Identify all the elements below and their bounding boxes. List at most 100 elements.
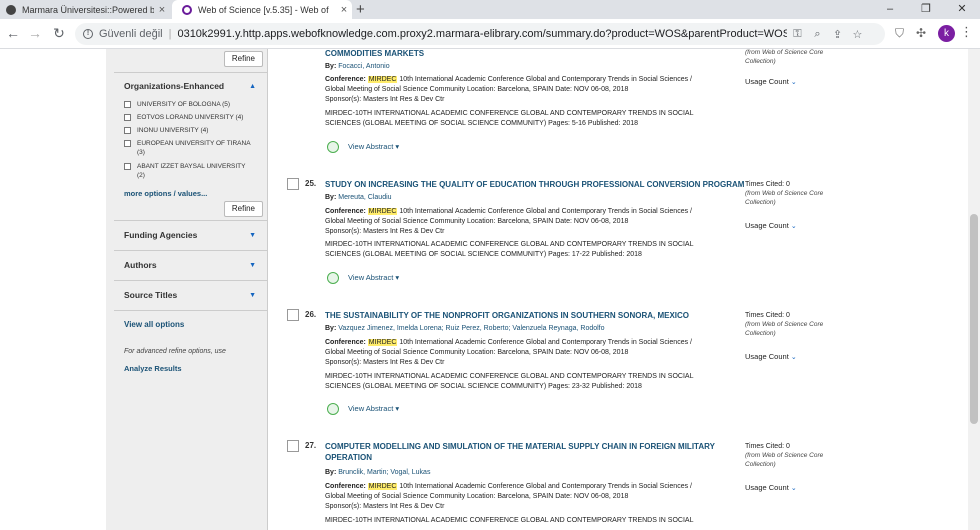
record-title-link[interactable]: COMMODITIES MARKETS [325,49,735,59]
conference-text: 10th International Academic Conference G… [397,339,692,346]
new-tab-button[interactable]: + [356,1,365,18]
record-title-link[interactable]: STUDY ON INCREASING THE QUALITY OF EDUCA… [325,179,745,190]
tab-web-of-science[interactable]: Web of Science [v.5.35] - Web of × [172,0,352,19]
org-checkbox-item[interactable]: INONU UNIVERSITY (4) [124,126,264,135]
search-highlight: MIRDEC [367,339,398,346]
source-line: MIRDEC-10TH INTERNATIONAL ACADEMIC CONFE… [325,241,694,248]
record-title-link[interactable]: COMPUTER MODELLING AND SIMULATION OF THE… [325,441,725,463]
menu-icon[interactable]: ⋮ [960,24,973,40]
tab-marmara[interactable]: Marmara Üniversitesi::Powered b × [0,0,170,19]
cited-source-note: (from Web of Science Core [745,321,824,328]
org-label: ABANT IZZET BAYSAL UNIVERSITY (2) [137,163,246,179]
close-window-button[interactable]: ✕ [944,0,980,19]
conference-label: Conference: [325,76,366,83]
puzzle-extension-icon[interactable]: ✣ [916,26,926,40]
record-conference: Conference: MIRDEC 10th International Ac… [325,75,745,85]
warning-icon[interactable]: ! [83,29,93,39]
record-number: 26. [305,310,317,319]
analyze-results-link[interactable]: Analyze Results [124,364,182,373]
record-checkbox[interactable] [287,309,299,321]
usage-count-dropdown[interactable]: Usage Count ⌄ [745,352,797,361]
record-checkbox[interactable] [287,178,299,190]
funding-agencies-section[interactable]: Funding Agencies ▼ [106,229,268,241]
reload-button[interactable]: ↻ [50,25,68,42]
results-list: COMMODITIES MARKETS By: Focacci, Antonio… [269,49,980,530]
browser-tab-strip: Marmara Üniversitesi::Powered b × Web of… [0,0,980,19]
checkbox[interactable] [124,101,131,108]
author-link[interactable]: Mereuta, Claudiu [338,194,391,201]
usage-count-dropdown[interactable]: Usage Count ⌄ [745,77,797,86]
security-label[interactable]: Güvenli değil [99,28,163,40]
authors-section[interactable]: Authors ▼ [106,259,268,271]
scrollbar-thumb[interactable] [970,214,978,424]
key-icon[interactable]: ⚿ [787,28,807,41]
source-line: SCIENCES (GLOBAL MEETING OF SOCIAL SCIEN… [325,251,642,258]
org-checkbox-item[interactable]: UNIVERSITY OF BOLOGNA (5) [124,100,264,109]
minimize-button[interactable]: – [872,0,908,19]
by-label: By: [325,63,337,70]
times-cited: Times Cited: 0 (from Web of Science Core… [745,180,823,207]
conference-label: Conference: [325,208,366,215]
view-abstract-link[interactable]: View Abstract ▾ [348,273,399,282]
checkbox[interactable] [124,140,131,147]
caret-down-icon[interactable]: ▼ [249,262,256,269]
url-separator: | [168,28,172,40]
more-options-link[interactable]: more options / values... [124,189,207,198]
sponsor-text: Sponsor(s): Masters Int Res & Dev Ctr [325,503,445,510]
sponsor-text: Sponsor(s): Masters Int Res & Dev Ctr [325,228,445,235]
caret-down-icon[interactable]: ▼ [249,232,256,239]
close-tab-icon[interactable]: × [336,4,352,16]
view-abstract-link[interactable]: View Abstract ▾ [348,404,399,413]
page-content: Refine Organizations-Enhanced ▲ UNIVERSI… [0,49,980,530]
usage-label: Usage Count [745,352,789,361]
abstract-icon[interactable] [327,141,339,153]
url-text[interactable]: 0310k2991.y.http.apps.webofknowledge.com… [177,28,787,40]
maximize-button[interactable]: ❐ [908,0,944,19]
author-link[interactable]: Focacci, Antonio [338,63,389,70]
share-icon[interactable]: ⇪ [827,28,847,41]
zoom-icon[interactable]: ⌕ [807,28,827,41]
conference-location: Global Meeting of Social Science Communi… [325,493,629,500]
record-title-link[interactable]: THE SUSTAINABILITY OF THE NONPROFIT ORGA… [325,310,745,321]
cited-source-note: (from Web of Science Core [745,49,824,56]
org-label: EOTVOS LORAND UNIVERSITY (4) [137,114,244,121]
author-link[interactable]: Brunclik, Martin; Vogal, Lukas [338,469,430,476]
view-abstract-link[interactable]: View Abstract ▾ [348,142,399,151]
checkbox[interactable] [124,127,131,134]
caret-up-icon[interactable]: ▲ [249,83,256,90]
cited-source-note: (from Web of Science Core [745,452,824,459]
usage-count-dropdown[interactable]: Usage Count ⌄ [745,483,797,492]
abstract-icon[interactable] [327,403,339,415]
search-highlight: MIRDEC [367,76,398,83]
record-checkbox[interactable] [287,440,299,452]
forward-button[interactable]: → [26,25,44,41]
checkbox[interactable] [124,163,131,170]
refine-button[interactable]: Refine [223,51,263,67]
times-cited: (from Web of Science Core Collection) [745,49,823,66]
profile-avatar[interactable]: k [938,25,955,42]
back-button[interactable]: ← [4,25,22,41]
organizations-heading[interactable]: Organizations-Enhanced ▲ [106,80,268,92]
org-checkbox-item[interactable]: ABANT IZZET BAYSAL UNIVERSITY (2) [124,162,254,180]
star-icon[interactable]: ☆ [847,28,867,41]
source-titles-section[interactable]: Source Titles ▼ [106,289,268,301]
org-checkbox-item[interactable]: EOTVOS LORAND UNIVERSITY (4) [124,113,264,122]
close-tab-icon[interactable]: × [154,4,170,16]
view-all-options-link[interactable]: View all options [124,320,184,329]
scrollbar[interactable] [968,49,980,530]
org-label: INONU UNIVERSITY (4) [137,127,209,134]
refine-button[interactable]: Refine [223,201,263,217]
caret-down-icon[interactable]: ▼ [249,292,256,299]
abstract-icon[interactable] [327,272,339,284]
divider [114,72,268,73]
usage-count-dropdown[interactable]: Usage Count ⌄ [745,221,797,230]
usage-label: Usage Count [745,483,789,492]
checkbox[interactable] [124,114,131,121]
record-authors: By: Mereuta, Claudiu [325,193,745,203]
org-checkbox-item[interactable]: EUROPEAN UNIVERSITY OF TIRANA (3) [124,139,254,157]
shield-extension-icon[interactable]: ⛉ [895,26,904,41]
author-link[interactable]: Vazquez Jimenez, Imelda Lorena; Ruiz Per… [338,325,604,332]
cited-source-note: Collection) [745,199,776,206]
refine-sidebar: Refine Organizations-Enhanced ▲ UNIVERSI… [106,49,268,530]
url-bar[interactable]: ! Güvenli değil | 0310k2991.y.http.apps.… [75,23,885,45]
